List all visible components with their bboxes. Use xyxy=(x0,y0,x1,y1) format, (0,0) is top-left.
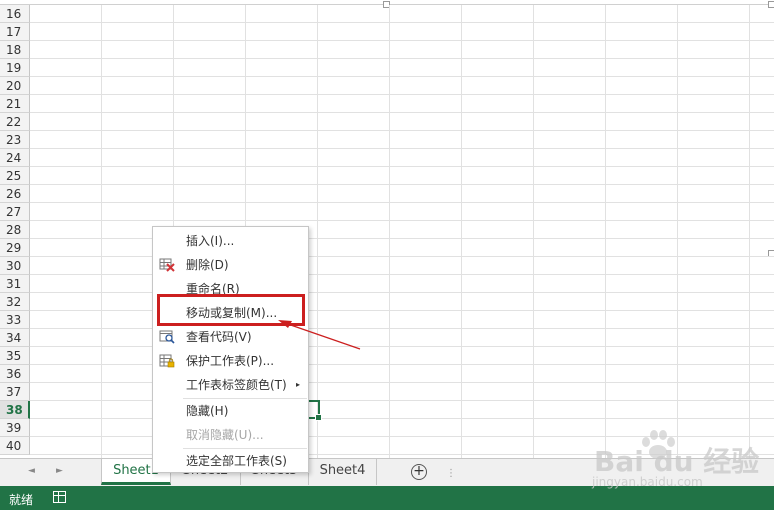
row-header[interactable]: 33 xyxy=(0,311,30,329)
row-header[interactable]: 37 xyxy=(0,383,30,401)
menu-item-delete[interactable]: 删除(D) xyxy=(153,253,308,277)
row-header[interactable]: 20 xyxy=(0,77,30,95)
row-header[interactable]: 27 xyxy=(0,203,30,221)
row-header[interactable]: 24 xyxy=(0,149,30,167)
view-code-icon xyxy=(159,330,175,344)
submenu-arrow-icon: ▸ xyxy=(295,380,300,389)
menu-item-view-code[interactable]: 查看代码(V) xyxy=(153,325,308,349)
menu-item-label: 删除(D) xyxy=(186,258,229,272)
row-header[interactable]: 21 xyxy=(0,95,30,113)
row-header[interactable]: 39 xyxy=(0,419,30,437)
row-header[interactable]: 23 xyxy=(0,131,30,149)
row-header[interactable]: 17 xyxy=(0,23,30,41)
menu-item-label: 选定全部工作表(S) xyxy=(186,454,287,468)
cell-area[interactable] xyxy=(30,5,774,458)
macro-record-icon[interactable] xyxy=(53,491,66,503)
menu-item-hide[interactable]: 隐藏(H) xyxy=(153,399,308,423)
horizontal-scrollbar[interactable] xyxy=(470,463,764,481)
delete-sheet-icon xyxy=(159,258,175,272)
row-header[interactable]: 36 xyxy=(0,365,30,383)
tab-split-icon[interactable]: ⋮ xyxy=(446,468,457,479)
row-header[interactable]: 38 xyxy=(0,401,30,419)
menu-item-select-all-sheets[interactable]: 选定全部工作表(S) xyxy=(153,449,308,473)
menu-item-label: 查看代码(V) xyxy=(186,330,252,344)
row-header[interactable]: 32 xyxy=(0,293,30,311)
annotation-highlight-box xyxy=(157,294,305,326)
sheet-context-menu: 插入(I)... 删除(D) 重命名(R) 移动或复制(M)... 查看代码(V… xyxy=(152,226,309,473)
row-header[interactable]: 29 xyxy=(0,239,30,257)
row-header[interactable]: 30 xyxy=(0,257,30,275)
row-header[interactable]: 19 xyxy=(0,59,30,77)
next-sheet-icon[interactable]: ► xyxy=(56,466,63,476)
prev-sheet-icon[interactable]: ◄ xyxy=(28,466,35,476)
worksheet-grid[interactable]: 16 17 18 19 20 21 22 23 24 25 26 27 28 29 30 31 32 33 34 35… xyxy=(0,0,774,458)
row-header[interactable]: 22 xyxy=(0,113,30,131)
protect-sheet-icon xyxy=(159,354,175,368)
row-header[interactable]: 40 xyxy=(0,437,30,455)
row-header[interactable]: 28 xyxy=(0,221,30,239)
menu-item-unhide: 取消隐藏(U)... xyxy=(153,423,308,447)
row-header[interactable]: 26 xyxy=(0,185,30,203)
row-header[interactable]: 18 xyxy=(0,41,30,59)
menu-item-label: 取消隐藏(U)... xyxy=(186,428,264,442)
menu-item-label: 工作表标签颜色(T) xyxy=(186,378,287,392)
row-header[interactable]: 25 xyxy=(0,167,30,185)
menu-item-tab-color[interactable]: 工作表标签颜色(T) ▸ xyxy=(153,373,308,397)
menu-item-label: 插入(I)... xyxy=(186,234,235,248)
sheet-tab-bar: ◄ ► Sheet1 Sheet2 Sheet3 Sheet4 + ⋮ xyxy=(0,458,774,486)
menu-item-insert[interactable]: 插入(I)... xyxy=(153,229,308,253)
row-header[interactable]: 34 xyxy=(0,329,30,347)
menu-item-protect-sheet[interactable]: 保护工作表(P)... xyxy=(153,349,308,373)
sheet-tab-sheet4[interactable]: Sheet4 xyxy=(309,459,377,485)
menu-item-label: 保护工作表(P)... xyxy=(186,354,275,368)
menu-item-label: 隐藏(H) xyxy=(186,404,229,418)
status-bar: 就绪 xyxy=(0,486,774,510)
row-header[interactable]: 35 xyxy=(0,347,30,365)
row-header[interactable]: 31 xyxy=(0,275,30,293)
add-sheet-icon[interactable]: + xyxy=(411,464,427,480)
row-header[interactable]: 16 xyxy=(0,5,30,23)
status-text: 就绪 xyxy=(9,493,34,507)
